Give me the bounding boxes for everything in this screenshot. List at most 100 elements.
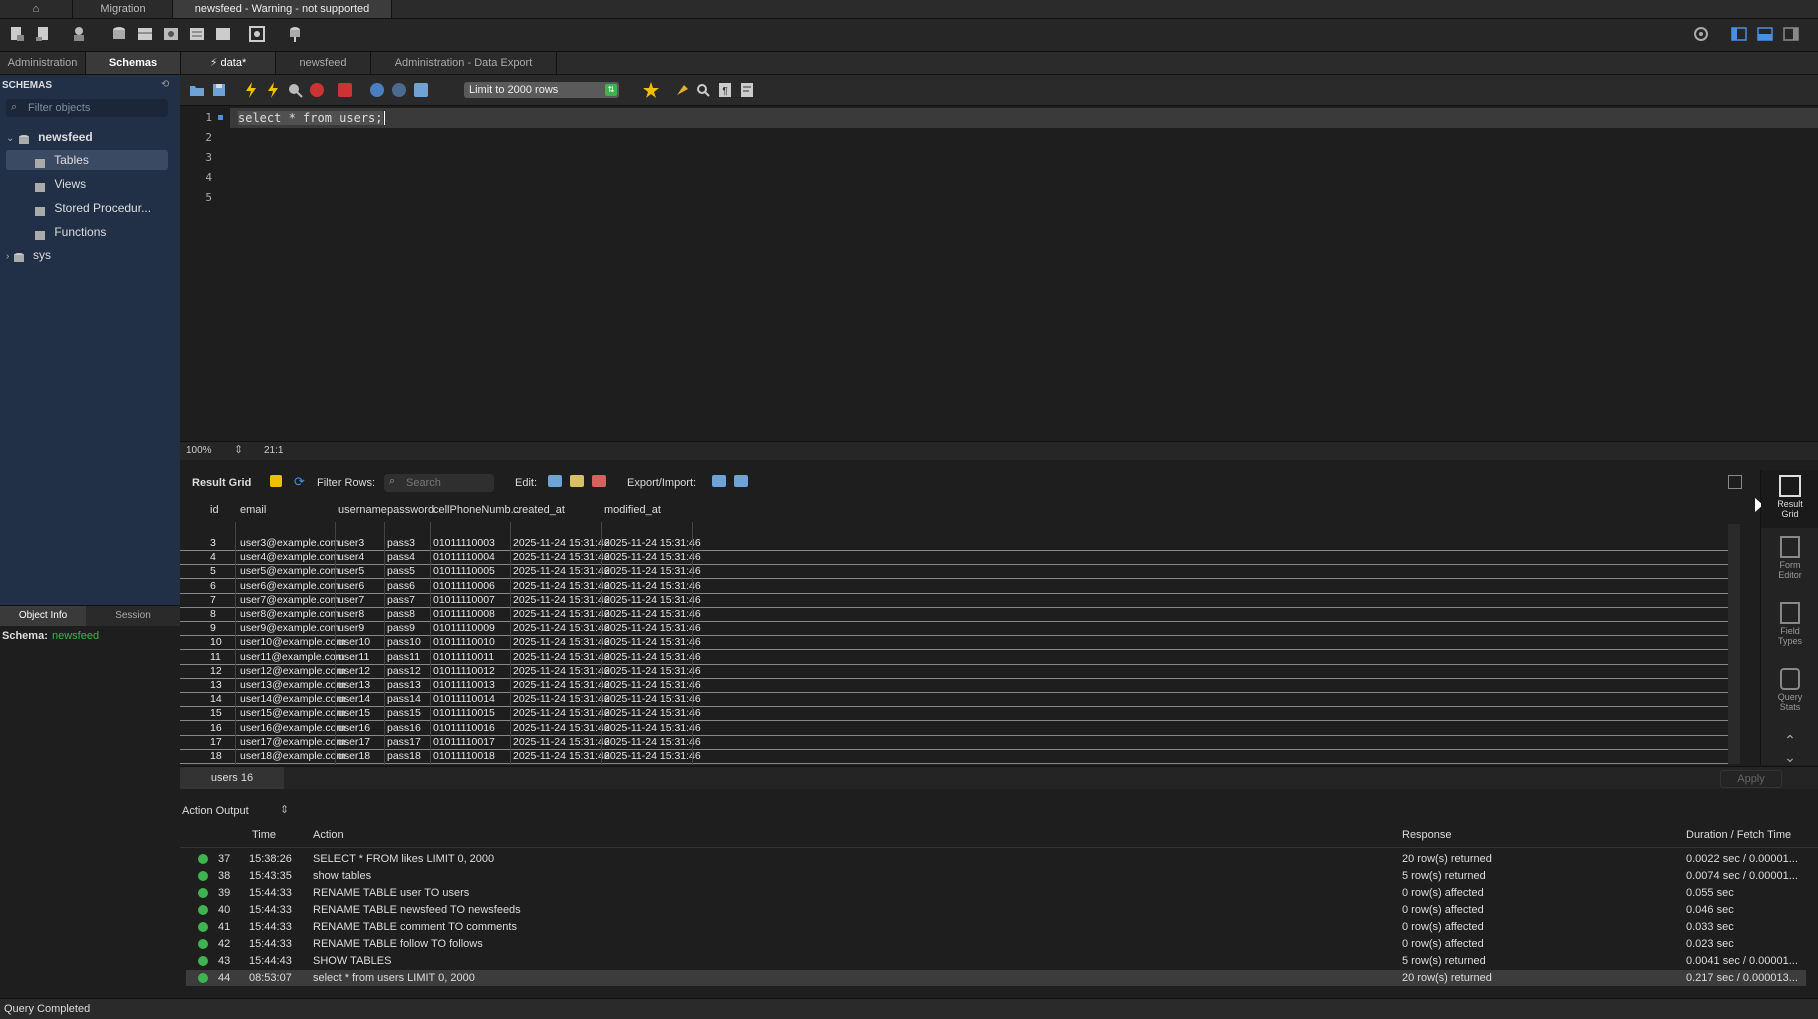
table-cell[interactable]: user4 <box>338 550 364 564</box>
table-cell[interactable]: pass13 <box>387 678 421 692</box>
table-cell[interactable]: 17 <box>210 735 222 749</box>
output-row[interactable]: 42 15:44:33 RENAME TABLE follow TO follows… <box>186 936 1806 952</box>
tree-item-stored-procedures[interactable]: Stored Procedur... <box>6 198 176 218</box>
table-cell[interactable]: 01011110005 <box>433 564 495 578</box>
table-cell[interactable]: 11 <box>210 650 221 664</box>
insert-row-icon[interactable] <box>570 475 584 487</box>
column-header-created-at[interactable]: created_at <box>513 504 565 516</box>
tab-administration[interactable]: Administration <box>0 52 86 74</box>
table-cell[interactable]: user17 <box>338 735 370 749</box>
table-row[interactable]: 16 user16@example.com user16 pass16 01011110… <box>180 721 1740 736</box>
table-cell[interactable]: pass15 <box>387 706 421 720</box>
table-cell[interactable]: pass11 <box>387 650 420 664</box>
search-table-data-icon[interactable] <box>248 25 266 43</box>
table-cell[interactable]: 2025-11-24 15:31:46 <box>513 650 610 664</box>
table-cell[interactable]: 2025-11-24 15:31:46 <box>604 607 701 621</box>
table-cell[interactable]: 2025-11-24 15:31:46 <box>604 692 701 706</box>
toggle-errors-icon[interactable] <box>336 81 354 99</box>
table-cell[interactable]: 01011110016 <box>433 721 495 735</box>
delete-row-icon[interactable] <box>592 475 606 487</box>
table-cell[interactable]: 2025-11-24 15:31:46 <box>604 635 701 649</box>
table-cell[interactable]: 2025-11-24 15:31:46 <box>513 607 610 621</box>
schema-sys[interactable]: › sys <box>6 245 176 265</box>
table-cell[interactable]: user12@example.com <box>240 664 345 678</box>
output-row[interactable]: 37 15:38:26 SELECT * FROM likes LIMIT 0, 2… <box>186 851 1806 867</box>
table-cell[interactable]: user15 <box>338 706 370 720</box>
table-row[interactable]: 7 user7@example.com user7 pass7 01011110007 2… <box>180 593 1740 608</box>
table-cell[interactable]: user8 <box>338 607 364 621</box>
create-schema-icon[interactable] <box>110 25 128 43</box>
table-cell[interactable]: pass12 <box>387 664 421 678</box>
execute-icon[interactable] <box>242 81 260 99</box>
table-cell[interactable]: 2025-11-24 15:31:46 <box>513 692 610 706</box>
grid-view-icon[interactable] <box>270 475 282 487</box>
table-cell[interactable]: 01011110015 <box>433 706 495 720</box>
table-cell[interactable]: 2025-11-24 15:31:46 <box>604 621 701 635</box>
column-header-cellphone[interactable]: cellPhoneNumb... <box>433 504 520 516</box>
table-cell[interactable]: 01011110017 <box>433 735 495 749</box>
table-row[interactable]: 13 user13@example.com user13 pass13 01011110… <box>180 678 1740 693</box>
table-cell[interactable]: user11 <box>338 650 369 664</box>
table-cell[interactable]: pass17 <box>387 735 421 749</box>
table-cell[interactable]: 2025-11-24 15:31:46 <box>604 650 701 664</box>
table-cell[interactable]: 8 <box>210 607 216 621</box>
home-tab[interactable]: ⌂ <box>0 0 72 18</box>
inspector-icon[interactable] <box>70 25 88 43</box>
execute-current-icon[interactable] <box>264 81 282 99</box>
search-icon[interactable] <box>694 81 712 99</box>
table-cell[interactable]: 2025-11-24 15:31:46 <box>513 749 610 763</box>
output-row[interactable]: 41 15:44:33 RENAME TABLE comment TO commen… <box>186 919 1806 935</box>
rail-scroll-icon[interactable]: ⌃ ⌄ <box>1761 732 1818 765</box>
table-cell[interactable]: 2025-11-24 15:31:46 <box>513 564 610 578</box>
create-table-icon[interactable] <box>136 25 154 43</box>
toggle-secondary-sidebar-icon[interactable] <box>1782 25 1800 43</box>
table-cell[interactable]: 2025-11-24 15:31:46 <box>513 664 610 678</box>
table-cell[interactable]: 01011110008 <box>433 607 495 621</box>
table-cell[interactable]: 2025-11-24 15:31:46 <box>604 593 701 607</box>
stop-icon[interactable] <box>308 81 326 99</box>
limit-rows-select[interactable]: Limit to 2000 rows ⇅ <box>464 82 619 98</box>
open-sql-script-icon[interactable] <box>34 25 52 43</box>
tree-item-views[interactable]: Views <box>6 174 168 194</box>
table-cell[interactable]: 01011110018 <box>433 749 495 763</box>
output-selector-icon[interactable]: ⇕ <box>280 803 289 816</box>
create-procedure-icon[interactable] <box>188 25 206 43</box>
table-cell[interactable]: user6 <box>338 579 364 593</box>
table-cell[interactable]: user5@example.com <box>240 564 339 578</box>
zoom-level[interactable]: 100% <box>186 445 212 456</box>
table-cell[interactable]: 2025-11-24 15:31:46 <box>513 593 610 607</box>
table-cell[interactable]: user18 <box>338 749 370 763</box>
table-cell[interactable]: user3 <box>338 536 364 550</box>
new-sql-tab-icon[interactable] <box>8 25 26 43</box>
import-icon[interactable] <box>734 475 748 487</box>
tab-session[interactable]: Session <box>88 606 178 626</box>
grid-scrollbar[interactable] <box>1728 524 1740 764</box>
table-row[interactable]: 9 user9@example.com user9 pass9 01011110009 2… <box>180 621 1740 637</box>
table-cell[interactable]: user10@example.com <box>240 635 345 649</box>
create-view-icon[interactable] <box>162 25 180 43</box>
table-cell[interactable]: user8@example.com <box>240 607 339 621</box>
table-cell[interactable]: 2025-11-24 15:31:46 <box>513 721 610 735</box>
tree-item-functions[interactable]: Functions <box>6 222 168 242</box>
table-cell[interactable]: user18@example.com <box>240 749 345 763</box>
zoom-stepper-icon[interactable]: ⇕ <box>234 443 243 456</box>
output-row[interactable]: 43 15:44:43 SHOW TABLES 5 row(s) returned 0.… <box>186 953 1806 969</box>
table-cell[interactable]: 01011110013 <box>433 678 495 692</box>
table-row[interactable]: 3 user3@example.com user3 pass3 01011110003 2… <box>180 536 1740 551</box>
result-tab-users[interactable]: users 16 <box>180 767 284 789</box>
table-cell[interactable]: pass6 <box>387 579 415 593</box>
column-header-id[interactable]: id <box>210 504 219 516</box>
beautify-icon[interactable] <box>642 81 660 99</box>
tab-schemas[interactable]: Schemas <box>86 52 181 74</box>
table-cell[interactable]: user14@example.com <box>240 692 345 706</box>
table-cell[interactable]: user15@example.com <box>240 706 345 720</box>
table-cell[interactable]: 01011110004 <box>433 550 495 564</box>
refresh-icon[interactable]: ⟳ <box>294 474 305 490</box>
table-cell[interactable]: user17@example.com <box>240 735 345 749</box>
tab-newsfeed[interactable]: newsfeed <box>276 52 371 74</box>
rail-field-types[interactable]: Field Types <box>1761 598 1818 656</box>
table-cell[interactable]: pass8 <box>387 607 415 621</box>
table-cell[interactable]: 9 <box>210 621 216 635</box>
table-cell[interactable]: 7 <box>210 593 216 607</box>
tab-sql-editor[interactable]: ⚡ data* <box>181 52 276 74</box>
